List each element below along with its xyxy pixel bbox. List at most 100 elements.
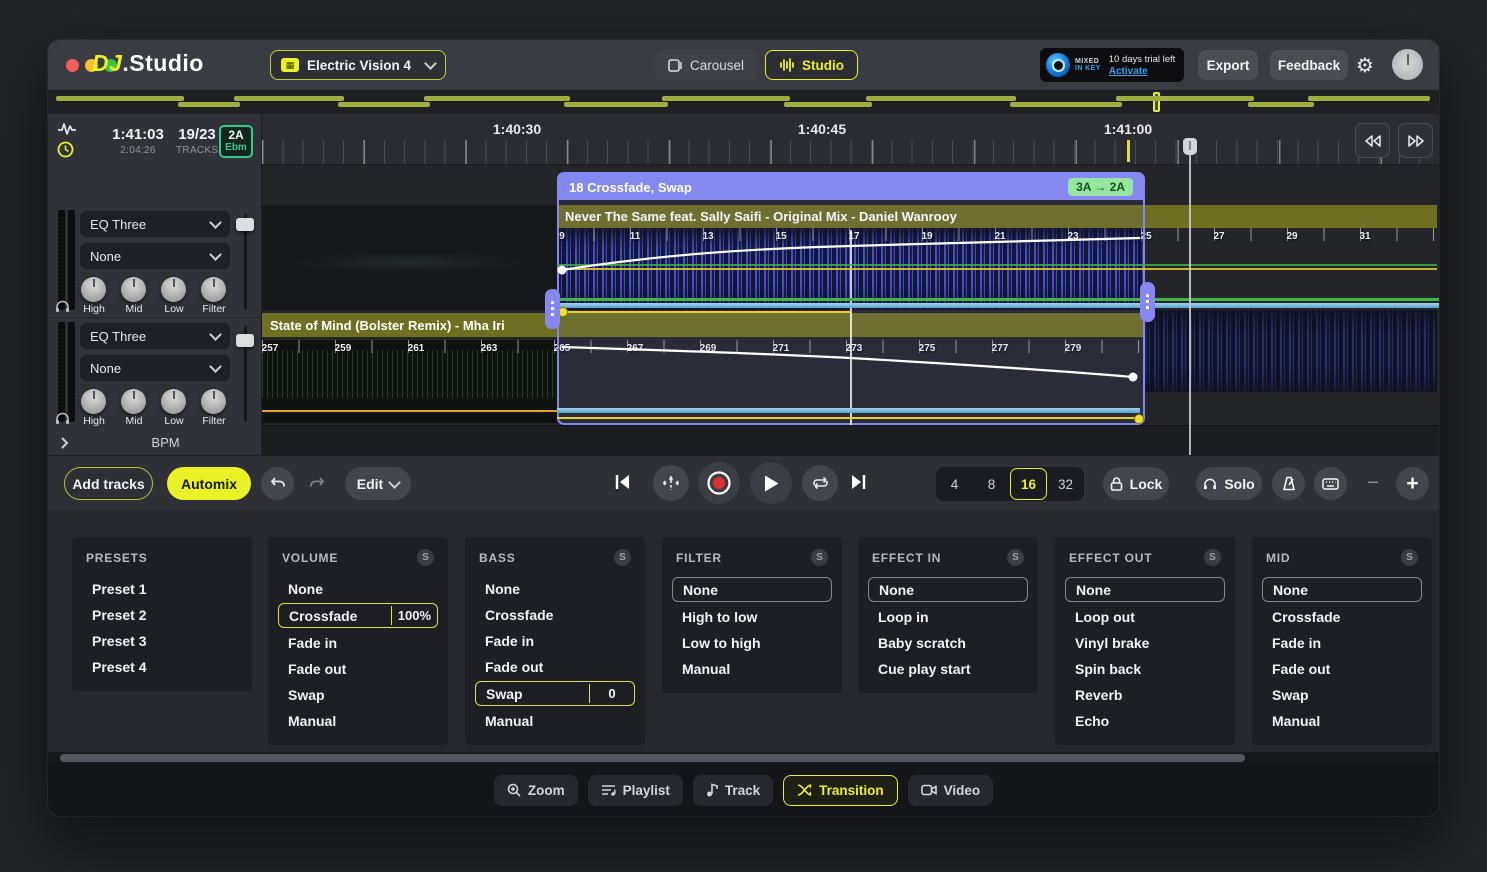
bpm-row[interactable]: BPM — [48, 430, 262, 455]
panel-option-crossfade[interactable]: Crossfade — [475, 603, 635, 626]
panel-option-reverb[interactable]: Reverb — [1065, 683, 1225, 706]
panel-option-manual[interactable]: Manual — [672, 657, 832, 680]
mid-knob[interactable] — [121, 389, 146, 414]
panel-option-fade-out[interactable]: Fade out — [278, 657, 438, 680]
s-badge[interactable]: S — [1007, 549, 1024, 566]
panel-option-none[interactable]: None — [672, 577, 832, 602]
export-button[interactable]: Export — [1198, 50, 1258, 80]
record-button[interactable] — [698, 462, 740, 504]
solo-button[interactable]: Solo — [1196, 467, 1262, 500]
scrollbar-thumb[interactable] — [60, 754, 1245, 762]
panel-option-high-to-low[interactable]: High to low — [672, 605, 832, 628]
beat-jump-option[interactable]: 8 — [973, 467, 1010, 501]
tab-zoom[interactable]: Zoom — [493, 774, 578, 806]
panel-option-value[interactable]: 100% — [390, 606, 437, 625]
studio-mode-button[interactable]: Studio — [765, 50, 859, 80]
settings-gear-icon[interactable]: ⚙ — [1350, 50, 1380, 80]
time-ruler[interactable]: 1:40:30 1:40:45 1:41:00 — [262, 114, 1439, 165]
timeline-minimap[interactable] — [48, 90, 1439, 114]
panel-option-loop-in[interactable]: Loop in — [868, 605, 1028, 628]
panel-option-manual[interactable]: Manual — [1262, 709, 1422, 732]
panel-option-crossfade[interactable]: Crossfade — [1262, 605, 1422, 628]
mid-knob[interactable] — [121, 277, 146, 302]
low-knob[interactable] — [161, 389, 186, 414]
high-knob[interactable] — [81, 389, 106, 414]
beat-jump-option[interactable]: 16 — [1010, 468, 1047, 500]
bpm-lane[interactable]: 130133 — [262, 425, 1439, 455]
beat-jump-option[interactable]: 32 — [1047, 467, 1084, 501]
project-selector[interactable]: ▦ Electric Vision 4 — [270, 50, 446, 80]
edit-menu-button[interactable]: Edit — [345, 467, 411, 500]
panel-option-manual[interactable]: Manual — [475, 709, 635, 732]
filter-knob[interactable] — [201, 389, 226, 414]
panel-option-preset-1[interactable]: Preset 1 — [82, 577, 242, 600]
loop-button[interactable] — [802, 465, 838, 501]
play-button[interactable] — [750, 462, 792, 504]
crossfade-header[interactable]: 18 Crossfade, Swap 3A → 2A — [559, 174, 1143, 200]
panel-option-fade-in[interactable]: Fade in — [1262, 631, 1422, 654]
fader-handle[interactable] — [236, 334, 254, 347]
s-badge[interactable]: S — [417, 549, 434, 566]
panel-option-preset-4[interactable]: Preset 4 — [82, 655, 242, 678]
avatar[interactable] — [1392, 49, 1423, 80]
low-knob[interactable] — [161, 277, 186, 302]
panel-option-loop-out[interactable]: Loop out — [1065, 605, 1225, 628]
panel-option-none[interactable]: None — [278, 577, 438, 600]
split-button[interactable] — [653, 465, 689, 501]
panel-option-vinyl-brake[interactable]: Vinyl brake — [1065, 631, 1225, 654]
metronome-button[interactable] — [1272, 467, 1305, 500]
panel-option-preset-3[interactable]: Preset 3 — [82, 629, 242, 652]
crossfade-right-handle[interactable] — [1140, 282, 1155, 322]
add-tracks-button[interactable]: Add tracks — [64, 467, 153, 500]
skip-back-button[interactable] — [613, 472, 633, 492]
feedback-button[interactable]: Feedback — [1270, 50, 1348, 80]
activate-link[interactable]: Activate — [1109, 66, 1176, 77]
panel-option-fade-out[interactable]: Fade out — [475, 655, 635, 678]
undo-button[interactable] — [261, 467, 294, 500]
eq-preset-dropdown[interactable]: EQ Three — [80, 211, 230, 237]
effect-dropdown[interactable]: None — [80, 355, 230, 381]
automix-button[interactable]: Automix — [167, 467, 251, 500]
horizontal-scrollbar[interactable] — [48, 752, 1439, 764]
tab-track[interactable]: Track — [692, 774, 774, 806]
traffic-close-button[interactable] — [66, 59, 79, 72]
filter-knob[interactable] — [201, 277, 226, 302]
playhead-line[interactable] — [1189, 165, 1191, 455]
playhead-handle[interactable] — [1183, 138, 1197, 155]
panel-option-fade-in[interactable]: Fade in — [475, 629, 635, 652]
beat-jump-option[interactable]: 4 — [936, 467, 973, 501]
tab-video[interactable]: Video — [907, 774, 994, 806]
panel-option-echo[interactable]: Echo — [1065, 709, 1225, 732]
s-badge[interactable]: S — [614, 549, 631, 566]
tab-playlist[interactable]: Playlist — [587, 774, 683, 806]
panel-option-value[interactable]: 0 — [589, 684, 634, 703]
jump-back-button[interactable] — [1355, 123, 1390, 158]
panel-option-none[interactable]: None — [868, 577, 1028, 602]
eq-preset-dropdown[interactable]: EQ Three — [80, 323, 230, 349]
eq-lane-yellow[interactable] — [562, 311, 850, 313]
headphones-icon[interactable] — [55, 412, 70, 425]
zoom-out-button[interactable]: − — [1360, 470, 1386, 496]
tracks-canvas[interactable]: Never The Same feat. Sally Saifi - Origi… — [262, 165, 1439, 455]
skip-forward-button[interactable] — [848, 472, 868, 492]
jump-forward-button[interactable] — [1398, 123, 1433, 158]
mixed-in-key-widget[interactable]: MIXED IN KEY 10 days trial left Activate — [1040, 48, 1184, 82]
carousel-mode-button[interactable]: Carousel — [655, 50, 758, 80]
panel-option-fade-in[interactable]: Fade in — [278, 631, 438, 654]
effect-dropdown[interactable]: None — [80, 243, 230, 269]
panel-option-swap[interactable]: Swap — [278, 683, 438, 706]
panel-option-none[interactable]: None — [1065, 577, 1225, 602]
s-badge[interactable]: S — [1401, 549, 1418, 566]
panel-option-none[interactable]: None — [1262, 577, 1422, 602]
headphones-icon[interactable] — [55, 300, 70, 313]
high-knob[interactable] — [81, 277, 106, 302]
panel-option-swap[interactable]: Swap — [1262, 683, 1422, 706]
panel-option-low-to-high[interactable]: Low to high — [672, 631, 832, 654]
panel-option-none[interactable]: None — [475, 577, 635, 600]
tab-transition[interactable]: Transition — [783, 774, 898, 806]
lock-button[interactable]: Lock — [1103, 467, 1169, 500]
zoom-in-button[interactable]: + — [1396, 467, 1429, 500]
panel-option-manual[interactable]: Manual — [278, 709, 438, 732]
panel-option-swap[interactable]: Swap 0 — [475, 681, 635, 706]
fader-handle[interactable] — [236, 218, 254, 231]
